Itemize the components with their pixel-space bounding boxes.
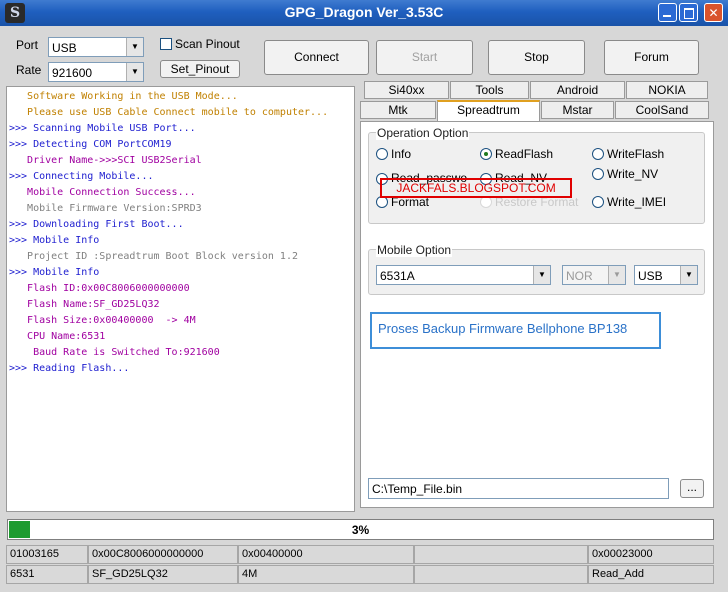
minimize-button[interactable] <box>658 3 677 22</box>
log-output[interactable]: Software Working in the USB Mode... Plea… <box>6 86 355 512</box>
flash-type-select[interactable]: NOR ▼ <box>562 265 626 285</box>
scan-pinout-checkbox[interactable] <box>160 38 172 50</box>
read-flash-radio[interactable] <box>480 148 492 160</box>
interface-value: USB <box>638 269 663 283</box>
log-line: Please use USB Cable Connect mobile to c… <box>9 107 329 118</box>
write-imei-radio[interactable] <box>592 196 604 208</box>
progress-text: 3% <box>351 523 370 537</box>
log-line: >>> Mobile Info <box>9 235 100 246</box>
info-radio-label: Info <box>391 147 412 161</box>
log-line: Flash Name:SF_GD25LQ32 <box>9 299 160 310</box>
tab-mstar[interactable]: Mstar <box>541 101 614 119</box>
tab-android[interactable]: Android <box>530 81 625 99</box>
log-line: >>> Scanning Mobile USB Port... <box>9 123 196 134</box>
log-line: >>> Mobile Info <box>9 267 100 278</box>
tab-coolsand[interactable]: CoolSand <box>615 101 709 119</box>
log-line: CPU Name:6531 <box>9 331 106 342</box>
flash-type-value: NOR <box>566 269 593 283</box>
app-window: S GPG_Dragon Ver_3.53C ✕ Port USB ▼ Rate… <box>0 0 728 592</box>
write-flash-radio-label: WriteFlash <box>607 147 665 161</box>
info-radio[interactable] <box>376 148 388 160</box>
write-imei-radio-label: Write_IMEI <box>607 195 667 209</box>
port-label: Port <box>16 38 39 52</box>
tab-si40xx[interactable]: Si40xx <box>364 81 449 99</box>
port-value: USB <box>52 41 77 55</box>
status-cell: Read_Add <box>588 565 714 584</box>
stop-button[interactable]: Stop <box>488 40 585 75</box>
log-line: Flash Size:0x00400000 -> 4M <box>9 315 196 326</box>
port-select[interactable]: USB ▼ <box>48 37 144 57</box>
forum-button[interactable]: Forum <box>604 40 699 75</box>
write-flash-radio[interactable] <box>592 148 604 160</box>
start-button[interactable]: Start <box>376 40 473 75</box>
maximize-icon <box>684 8 694 19</box>
minimize-icon <box>663 15 671 17</box>
status-cell <box>414 565 588 584</box>
browse-button[interactable]: ... <box>680 479 704 498</box>
log-line: Mobile Firmware Version:SPRD3 <box>9 203 202 214</box>
set-pinout-button[interactable]: Set_Pinout <box>160 60 240 78</box>
backup-notice: Proses Backup Firmware Bellphone BP138 <box>370 312 661 349</box>
log-line: >>> Reading Flash... <box>9 363 130 374</box>
tab-mtk[interactable]: Mtk <box>360 101 436 119</box>
log-line: Flash ID:0x00C8006000000000 <box>9 283 190 294</box>
chevron-down-icon[interactable]: ▼ <box>680 266 697 284</box>
chevron-down-icon[interactable]: ▼ <box>126 38 143 56</box>
blog-watermark: JACKFALS.BLOGSPOT.COM <box>380 178 572 198</box>
connect-button[interactable]: Connect <box>264 40 369 75</box>
log-line: >>> Detecting COM PortCOM19 <box>9 139 172 150</box>
status-cell: 4M <box>238 565 414 584</box>
progress-bar: 3% <box>7 519 714 540</box>
status-cell: 01003165 <box>6 545 88 564</box>
status-cell: 0x00023000 <box>588 545 714 564</box>
maximize-button[interactable] <box>679 3 698 22</box>
status-cell: 0x00400000 <box>238 545 414 564</box>
window-title: GPG_Dragon Ver_3.53C <box>284 4 444 20</box>
status-cell: 0x00C8006000000000 <box>88 545 238 564</box>
status-cell <box>414 545 588 564</box>
write-nv-radio[interactable] <box>592 168 604 180</box>
rate-label: Rate <box>16 63 42 77</box>
rate-select[interactable]: 921600 ▼ <box>48 62 144 82</box>
rate-value: 921600 <box>52 66 93 80</box>
log-line: Driver Name->>>SCI USB2Serial <box>9 155 202 166</box>
log-line: >>> Downloading First Boot... <box>9 219 184 230</box>
chevron-down-icon[interactable]: ▼ <box>608 266 625 284</box>
log-line: Software Working in the USB Mode... <box>9 91 238 102</box>
chevron-down-icon[interactable]: ▼ <box>126 63 143 81</box>
tab-spreadtrum[interactable]: Spreadtrum <box>437 100 540 121</box>
status-cell: 6531 <box>6 565 88 584</box>
chevron-down-icon[interactable]: ▼ <box>533 266 550 284</box>
tab-nokia[interactable]: NOKIA <box>626 81 708 99</box>
log-line: Mobile Connection Success... <box>9 187 196 198</box>
tab-tools[interactable]: Tools <box>450 81 529 99</box>
scan-pinout-label: Scan Pinout <box>175 37 240 51</box>
log-line: Project ID :Spreadtrum Boot Block versio… <box>9 251 298 262</box>
operation-option-title: Operation Option <box>376 126 470 140</box>
model-select[interactable]: 6531A ▼ <box>376 265 551 285</box>
status-cell: SF_GD25LQ32 <box>88 565 238 584</box>
close-button[interactable]: ✕ <box>704 3 723 22</box>
read-flash-radio-label: ReadFlash <box>495 147 554 161</box>
mobile-option-title: Mobile Option <box>376 243 453 257</box>
interface-select[interactable]: USB ▼ <box>634 265 698 285</box>
write-nv-radio-label: Write_NV <box>607 167 659 181</box>
log-line: >>> Connecting Mobile... <box>9 171 154 182</box>
file-path-field[interactable]: C:\Temp_File.bin <box>368 478 669 499</box>
title-bar[interactable]: S GPG_Dragon Ver_3.53C ✕ <box>0 0 728 26</box>
log-line: Baud Rate is Switched To:921600 <box>9 347 220 358</box>
model-value: 6531A <box>380 269 415 283</box>
